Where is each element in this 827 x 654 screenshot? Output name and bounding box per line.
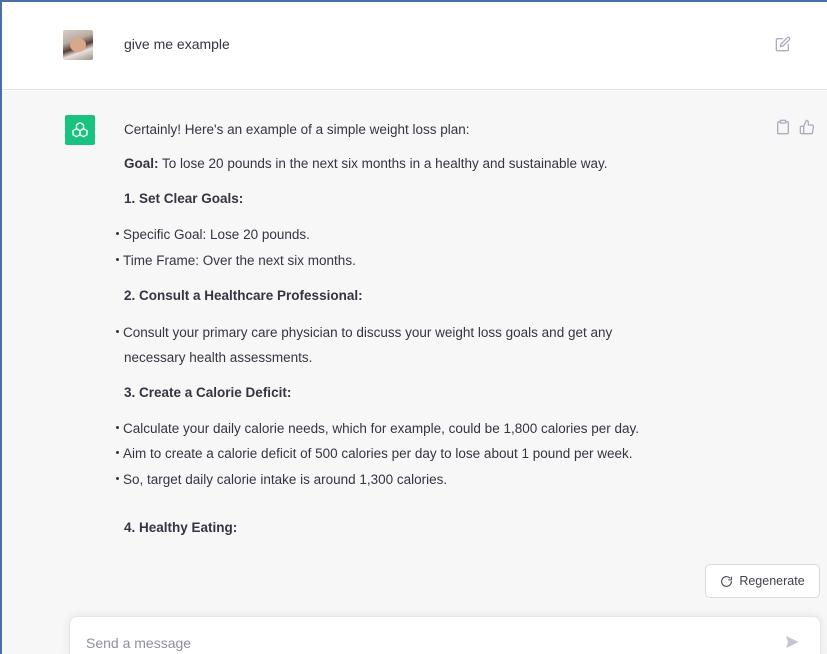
goal-text: To lose 20 pounds in the next six months… [158, 156, 608, 171]
goal-paragraph: Goal: To lose 20 pounds in the next six … [124, 154, 608, 174]
pencil-square-icon[interactable] [775, 36, 791, 52]
assistant-avatar [65, 115, 95, 145]
regenerate-label: Regenerate [739, 574, 805, 588]
chat-window: give me example Certainly! Here's an exa… [0, 0, 827, 654]
list-item: Time Frame: Over the next six months. [116, 251, 356, 271]
list-item: So, target daily calorie intake is aroun… [116, 470, 447, 490]
thumbs-up-icon[interactable] [799, 119, 815, 135]
clipboard-icon[interactable] [775, 119, 791, 135]
section-heading: 1. Set Clear Goals: [124, 191, 244, 206]
goal-label: Goal: [124, 156, 159, 171]
list-item: Calculate your daily calorie needs, whic… [116, 419, 639, 439]
list-item: Consult your primary care physician to d… [116, 323, 612, 343]
regenerate-button[interactable]: Regenerate [705, 564, 820, 598]
message-composer[interactable]: Send a message [69, 616, 821, 654]
send-icon[interactable] [784, 634, 800, 650]
refresh-icon [721, 575, 733, 587]
section-heading: 3. Create a Calorie Deficit: [124, 385, 292, 400]
list-item: Aim to create a calorie deficit of 500 c… [116, 444, 633, 464]
list-item: Specific Goal: Lose 20 pounds. [116, 225, 310, 245]
openai-logo-icon [72, 122, 88, 138]
assistant-message-row: Certainly! Here's an example of a simple… [2, 91, 827, 654]
section-heading: 4. Healthy Eating: [124, 520, 238, 535]
user-message-text: give me example [124, 36, 230, 52]
message-input[interactable]: Send a message [86, 635, 191, 651]
section-heading: 2. Consult a Healthcare Professional: [124, 288, 363, 303]
intro-text: Certainly! Here's an example of a simple… [124, 122, 470, 137]
user-avatar [63, 30, 93, 60]
list-item-continuation: necessary health assessments. [124, 350, 313, 365]
user-message-row: give me example [2, 2, 827, 90]
